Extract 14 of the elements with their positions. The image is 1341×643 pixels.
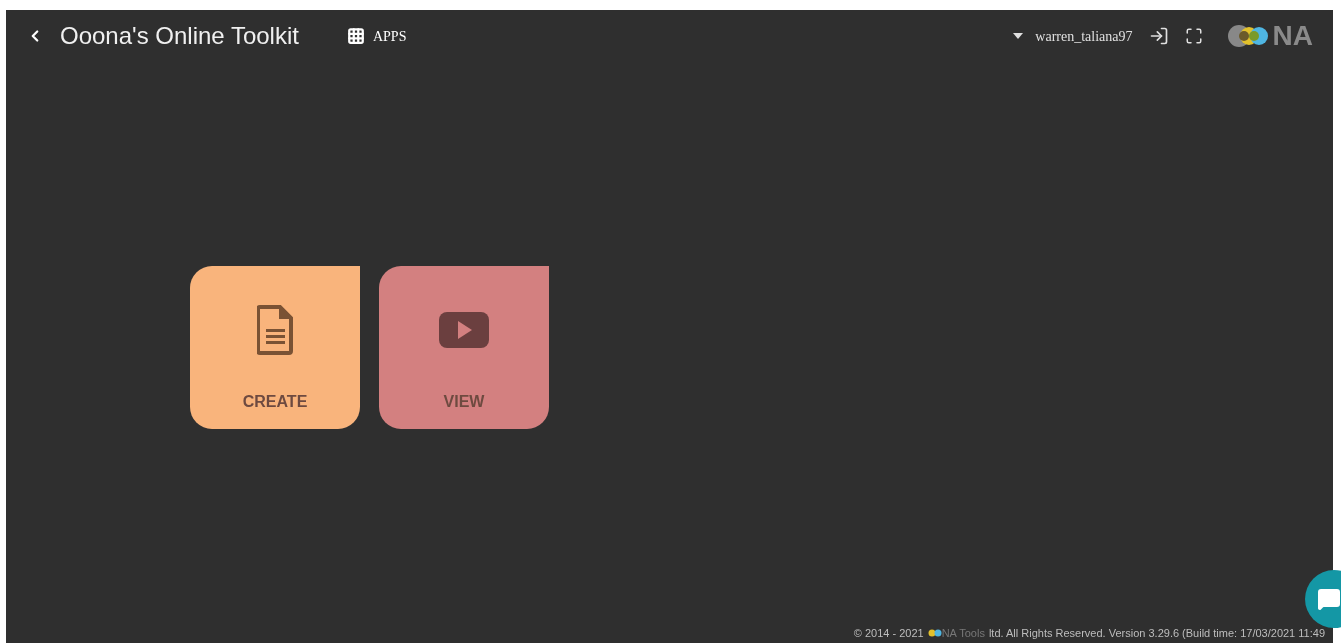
chat-icon <box>1317 587 1341 611</box>
play-icon <box>438 311 490 349</box>
app-title: Ooona's Online Toolkit <box>60 21 299 51</box>
document-icon <box>257 305 293 355</box>
apps-button[interactable]: APPS <box>346 25 407 47</box>
logo: NA <box>1226 22 1313 50</box>
app-tile[interactable]: CREATE <box>190 266 360 429</box>
logout-button[interactable] <box>1148 26 1169 46</box>
caret-icon <box>1013 33 1024 39</box>
logo-icon <box>927 628 942 637</box>
grid-icon <box>346 27 365 45</box>
user-menu[interactable]: warren_taliana97 <box>1013 25 1133 47</box>
footer-text: © 2014 - 2021 NA Tools ltd. All Rights Reserved. Version 3.29.6 (Build time: 17/03/2021 11:49 <box>853 625 1325 641</box>
fullscreen-button[interactable] <box>1184 27 1203 45</box>
